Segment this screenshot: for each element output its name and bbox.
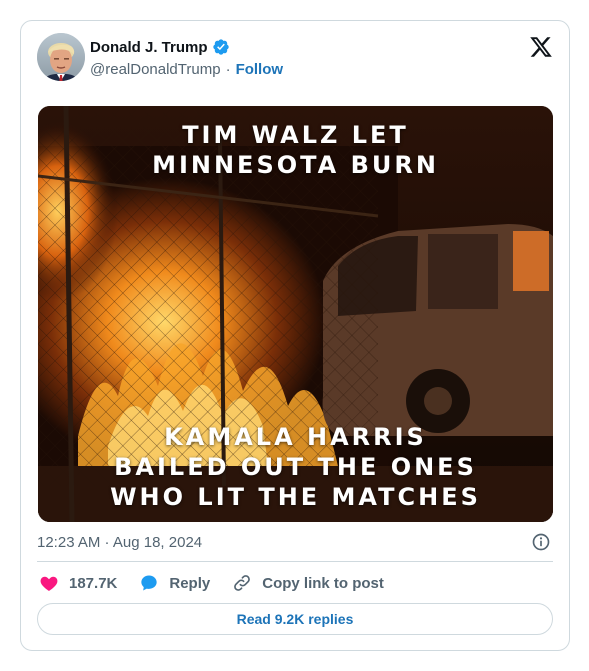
post-image[interactable]: TIM WALZ LET MINNESOTA BURN KAMALA HARRI… bbox=[38, 106, 553, 522]
avatar[interactable] bbox=[37, 33, 85, 81]
headline-bottom-line-3: WHO LIT THE MATCHES bbox=[110, 483, 481, 511]
timestamp-row: 12:23 AM · Aug 18, 2024 bbox=[37, 531, 551, 553]
likes-count: 187.7K bbox=[69, 574, 118, 592]
image-headline-bottom: KAMALA HARRIS BAILED OUT THE ONES WHO LI… bbox=[38, 422, 553, 512]
follow-link[interactable]: Follow bbox=[236, 61, 284, 78]
reply-button[interactable]: Reply bbox=[139, 573, 210, 593]
post-timestamp[interactable]: 12:23 AM · Aug 18, 2024 bbox=[37, 534, 202, 551]
read-replies-button[interactable]: Read 9.2K replies bbox=[37, 603, 553, 635]
display-name[interactable]: Donald J. Trump bbox=[90, 39, 208, 56]
action-bar: 187.7K Reply Copy link to post bbox=[39, 571, 406, 595]
verified-badge-icon bbox=[212, 38, 230, 56]
chat-bubble-icon bbox=[139, 573, 159, 593]
display-name-row: Donald J. Trump bbox=[90, 37, 283, 57]
copy-link-label: Copy link to post bbox=[262, 574, 384, 592]
copy-link-button[interactable]: Copy link to post bbox=[232, 573, 384, 593]
image-headline-top: TIM WALZ LET MINNESOTA BURN bbox=[38, 120, 553, 180]
read-replies-label: Read 9.2K replies bbox=[236, 611, 354, 627]
handle-row: @realDonaldTrump · Follow bbox=[90, 59, 283, 79]
heart-icon bbox=[39, 573, 59, 593]
divider bbox=[37, 561, 553, 562]
headline-bottom-line-1: KAMALA HARRIS bbox=[164, 423, 427, 451]
headline-top-line-1: TIM WALZ LET bbox=[182, 121, 409, 149]
info-icon[interactable] bbox=[531, 532, 551, 552]
like-button[interactable]: 187.7K bbox=[39, 573, 117, 593]
post-header: Donald J. Trump @realDonaldTrump · Follo… bbox=[37, 33, 553, 85]
separator-dot: · bbox=[225, 60, 231, 78]
headline-top-line-2: MINNESOTA BURN bbox=[152, 151, 439, 179]
author-info: Donald J. Trump @realDonaldTrump · Follo… bbox=[90, 37, 283, 79]
author-handle[interactable]: @realDonaldTrump bbox=[90, 61, 221, 78]
embedded-post-card: Donald J. Trump @realDonaldTrump · Follo… bbox=[20, 20, 570, 651]
x-logo-icon[interactable] bbox=[529, 35, 553, 59]
reply-label: Reply bbox=[169, 574, 211, 592]
link-icon bbox=[232, 573, 252, 593]
headline-bottom-line-2: BAILED OUT THE ONES bbox=[114, 453, 477, 481]
